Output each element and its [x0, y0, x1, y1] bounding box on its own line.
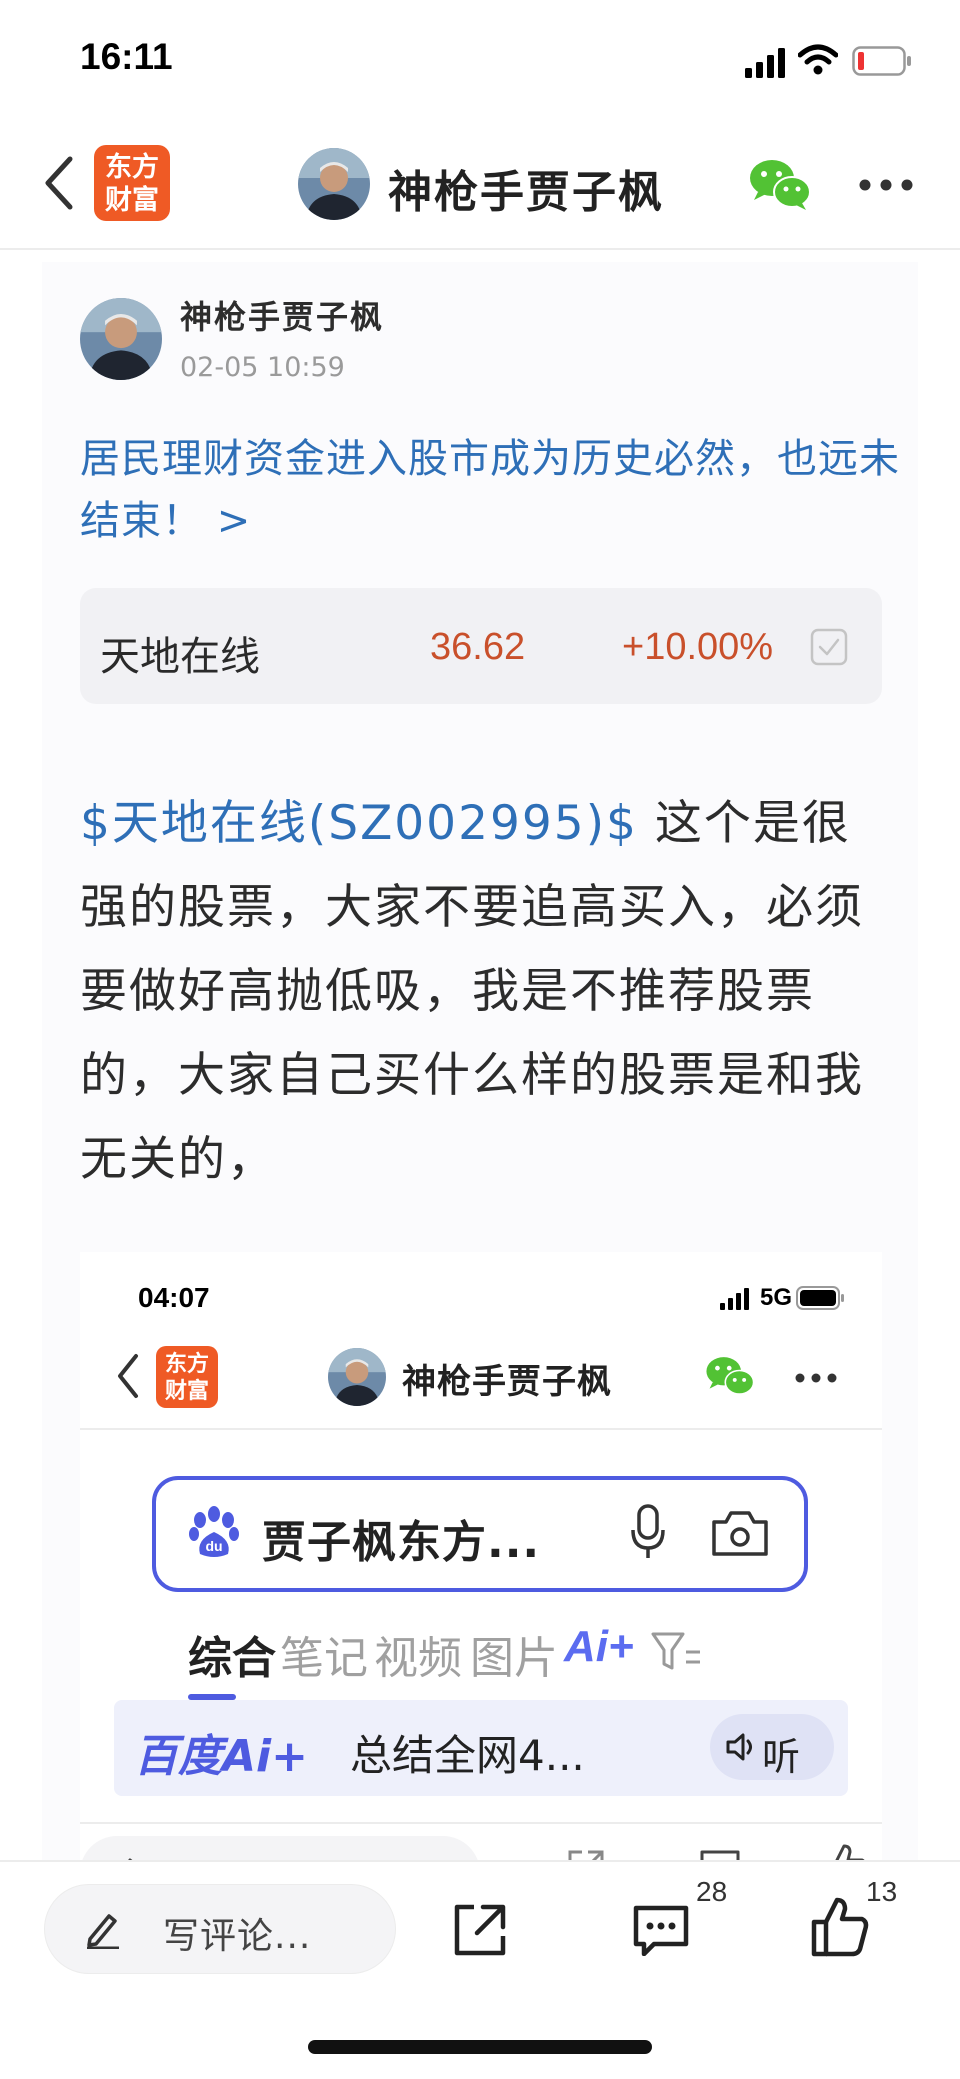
share-icon[interactable] — [452, 1902, 508, 1958]
bottom-toolbar: 写评论... 28 13 — [0, 1860, 960, 2079]
embedded-back-icon — [118, 1354, 138, 1398]
status-bar: 16:11 — [0, 0, 960, 120]
embedded-avatar — [328, 1348, 386, 1406]
embedded-battery-icon — [796, 1286, 844, 1310]
embedded-search-text: 贾子枫东方... — [262, 1517, 541, 1568]
comment-count: 28 — [696, 1876, 728, 1907]
embedded-tab-images: 图片 — [470, 1633, 558, 1684]
battery-icon — [852, 46, 911, 76]
embedded-nav-bar: 东方 财富 神枪手贾子枫 — [80, 1332, 882, 1430]
embedded-screenshot[interactable]: 04:07 5G 东方 财富 神枪手贾子枫 du 贾子枫东方... 综合 笔记 … — [80, 1252, 882, 1862]
cell-signal-icon — [745, 48, 785, 78]
embedded-listen-button: 听 — [710, 1714, 834, 1780]
embedded-tab-videos: 视频 — [374, 1633, 462, 1684]
stock-price: 36.62 — [430, 626, 526, 668]
status-time: 16:11 — [80, 36, 173, 77]
embedded-toolbar: 写评论... — [80, 1822, 882, 1862]
wifi-icon — [798, 44, 838, 75]
wechat-icon[interactable] — [748, 156, 812, 212]
camera-icon — [712, 1511, 768, 1556]
embedded-search-bar: du 贾子枫东方... — [152, 1476, 808, 1592]
nav-title: 神枪手贾子枫 — [388, 167, 664, 218]
top-nav-bar: 东方 财富 神枪手贾子枫 — [0, 120, 960, 250]
embedded-tabs: 综合 笔记 视频 图片 Ai+ — [140, 1622, 880, 1702]
embedded-like-icon — [826, 1844, 866, 1862]
embedded-logo-line2: 财富 — [164, 1379, 209, 1404]
comment-input[interactable]: 写评论... — [44, 1884, 396, 1974]
mic-icon — [631, 1504, 665, 1558]
embedded-ai-brand: 百度Ai+ — [134, 1731, 309, 1782]
like-count: 13 — [866, 1876, 898, 1907]
embedded-ai-summary-bar: 百度Ai+ 总结全网4... 听 — [114, 1700, 848, 1796]
embedded-signal-icon — [720, 1288, 749, 1310]
embedded-tab-notes: 笔记 — [280, 1633, 368, 1684]
filter-icon — [651, 1632, 700, 1670]
embedded-ai-summary: 总结全网4... — [350, 1731, 585, 1780]
post-title-link[interactable]: 居民理财资金进入股市成为历史必然，也远未结束！ > — [80, 428, 910, 552]
stock-quote-card[interactable]: 天地在线 36.62 +10.00% — [80, 588, 882, 704]
back-icon[interactable] — [40, 153, 76, 213]
embedded-comment-box: 写评论... — [80, 1836, 480, 1862]
svg-text:du: du — [205, 1538, 222, 1554]
brand-logo-line1: 东方 — [105, 152, 159, 183]
brand-logo[interactable]: 东方 财富 — [94, 145, 170, 221]
nav-avatar[interactable] — [298, 148, 370, 220]
embedded-wechat-icon — [706, 1357, 755, 1395]
embedded-tab-comprehensive: 综合 — [188, 1633, 276, 1684]
embedded-nav-title: 神枪手贾子枫 — [402, 1362, 612, 1402]
author-name[interactable]: 神枪手贾子枫 — [180, 292, 384, 338]
post-card: 神枪手贾子枫 02-05 10:59 居民理财资金进入股市成为历史必然，也远未结… — [42, 262, 918, 1862]
post-time: 02-05 10:59 — [180, 352, 345, 383]
embedded-more-icon — [795, 1373, 837, 1383]
embedded-tab-ai: Ai+ — [564, 1622, 634, 1671]
brand-logo-line2: 财富 — [105, 185, 159, 216]
embedded-network: 5G — [760, 1284, 793, 1311]
home-indicator[interactable] — [308, 2040, 652, 2054]
like-icon[interactable] — [810, 1896, 870, 1958]
more-icon[interactable] — [858, 178, 914, 192]
embedded-listen-label: 听 — [762, 1735, 801, 1779]
speaker-icon — [726, 1733, 752, 1761]
baidu-paw-icon: du — [189, 1506, 239, 1557]
message-icon[interactable] — [632, 1904, 690, 1956]
stock-tag-link[interactable]: $天地在线(SZ002995)$ — [80, 796, 638, 851]
embedded-logo-line1: 东方 — [164, 1352, 209, 1377]
stock-name: 天地在线 — [100, 634, 260, 680]
embedded-status-time: 04:07 — [138, 1282, 210, 1313]
stock-change: +10.00% — [622, 626, 774, 668]
embedded-brand-logo: 东方 财富 — [156, 1346, 218, 1408]
comment-placeholder: 写评论... — [163, 1916, 312, 1957]
author-avatar[interactable] — [80, 298, 162, 380]
checkbox-icon[interactable] — [810, 628, 848, 666]
post-body-text: 这个是很强的股票，大家不要追高买入，必须要做好高抛低吸，我是不推荐股票的，大家自… — [80, 796, 864, 1187]
pencil-icon — [87, 1914, 119, 1949]
post-body: $天地在线(SZ002995)$ 这个是很强的股票，大家不要追高买入，必须要做好… — [80, 782, 890, 1202]
